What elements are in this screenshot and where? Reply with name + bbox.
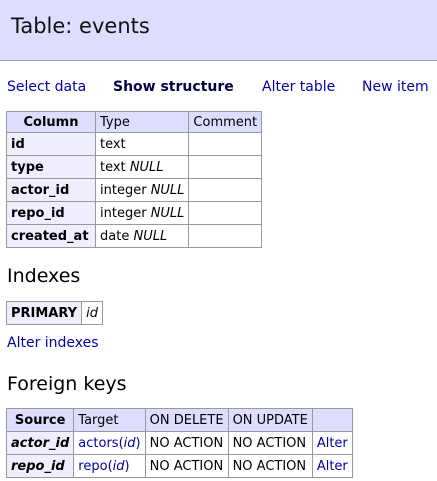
type-header: Type: [94, 111, 190, 133]
fk-source: actor_id: [5, 431, 75, 455]
table-row: actor_id actors(id) NO ACTION NO ACTION …: [5, 431, 353, 455]
table-row: repo_id integer NULL: [6, 201, 263, 225]
table-row: repo_id repo(id) NO ACTION NO ACTION Alt…: [5, 454, 353, 478]
comment-header: Comment: [188, 111, 263, 133]
fk-on-update: NO ACTION: [227, 431, 313, 455]
null-flag: NULL: [150, 182, 185, 198]
page-header: Table: events: [0, 0, 437, 61]
structure-table: Column Type Comment id text type text NU…: [6, 111, 263, 248]
column-header: Column: [6, 111, 96, 133]
null-flag: NULL: [129, 159, 164, 175]
table-row: type text NULL: [6, 155, 263, 179]
fk-target: repo(id): [73, 454, 146, 478]
on-update-header: ON UPDATE: [227, 408, 313, 432]
column-comment: [188, 224, 263, 248]
table-row: id text: [6, 132, 263, 156]
column-name: created_at: [6, 224, 96, 248]
indexes-table: PRIMARY id: [5, 301, 103, 325]
source-header: Source: [5, 408, 75, 432]
column-type: text NULL: [94, 155, 190, 179]
action-header: [311, 408, 353, 432]
fk-target-link[interactable]: repo(id): [78, 459, 129, 474]
index-type: PRIMARY: [5, 301, 83, 325]
new-item-link[interactable]: New item: [362, 79, 429, 95]
table-nav: Select data Show structure Alter table N…: [0, 79, 437, 99]
fk-on-update: NO ACTION: [227, 454, 313, 478]
column-type: integer NULL: [94, 178, 190, 202]
page-title: Table: events: [11, 14, 150, 38]
column-name: type: [6, 155, 96, 179]
target-header: Target: [73, 408, 146, 432]
null-flag: NULL: [150, 205, 185, 221]
index-column: id: [81, 301, 103, 325]
alter-fk-link[interactable]: Alter: [317, 436, 348, 451]
column-name: id: [6, 132, 96, 156]
foreign-keys-table: Source Target ON DELETE ON UPDATE actor_…: [5, 408, 353, 478]
fk-target: actors(id): [73, 431, 146, 455]
table-row: actor_id integer NULL: [6, 178, 263, 202]
select-data-link[interactable]: Select data: [7, 79, 86, 95]
alter-table-link[interactable]: Alter table: [262, 79, 335, 95]
column-type: date NULL: [94, 224, 190, 248]
column-comment: [188, 155, 263, 179]
fk-target-link[interactable]: actors(id): [78, 436, 140, 451]
column-comment: [188, 201, 263, 225]
column-name: repo_id: [6, 201, 96, 225]
fk-on-delete: NO ACTION: [144, 431, 229, 455]
column-name: actor_id: [6, 178, 96, 202]
table-row: PRIMARY id: [5, 301, 103, 325]
alter-indexes-link[interactable]: Alter indexes: [7, 335, 99, 351]
fk-action: Alter: [311, 431, 353, 455]
alter-fk-link[interactable]: Alter: [317, 459, 348, 474]
indexes-heading: Indexes: [7, 265, 81, 287]
null-flag: NULL: [133, 228, 168, 244]
show-structure-link: Show structure: [113, 79, 234, 95]
fk-source: repo_id: [5, 454, 75, 478]
table-row: created_at date NULL: [6, 224, 263, 248]
column-type: text: [94, 132, 190, 156]
column-type: integer NULL: [94, 201, 190, 225]
on-delete-header: ON DELETE: [144, 408, 229, 432]
column-comment: [188, 178, 263, 202]
column-comment: [188, 132, 263, 156]
fk-action: Alter: [311, 454, 353, 478]
fk-on-delete: NO ACTION: [144, 454, 229, 478]
foreign-keys-heading: Foreign keys: [7, 373, 127, 395]
